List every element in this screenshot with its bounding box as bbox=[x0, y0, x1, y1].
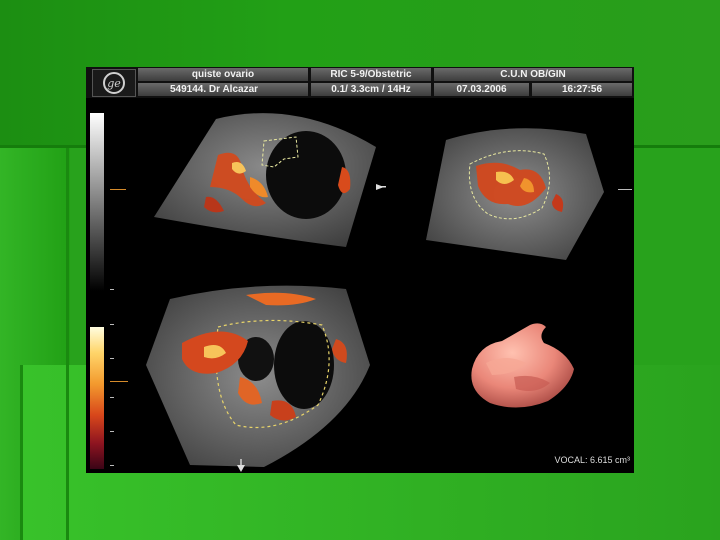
study-id-label: 549144. Dr Alcazar bbox=[138, 83, 308, 96]
ultrasound-panel-b bbox=[426, 128, 604, 260]
probe-label: RIC 5-9/Obstetric bbox=[311, 68, 431, 81]
panel-b-marker bbox=[618, 189, 632, 190]
time-label: 16:27:56 bbox=[532, 83, 632, 96]
date-label: 07.03.2006 bbox=[434, 83, 529, 96]
slide-background-vrule bbox=[66, 148, 69, 540]
grayscale-bar bbox=[90, 113, 104, 291]
grayscale-marker bbox=[110, 189, 126, 190]
doppler-tick bbox=[110, 431, 114, 432]
ultrasound-panel-c bbox=[146, 285, 370, 467]
grayscale-tick bbox=[110, 289, 114, 290]
patient-info-label: quiste ovario bbox=[138, 68, 308, 81]
doppler-tick bbox=[110, 358, 114, 359]
slide-background-vrule-2 bbox=[20, 365, 23, 540]
vocal-3d-render bbox=[471, 323, 574, 408]
cyst-a-lumen bbox=[266, 131, 346, 219]
ge-logo-mark: ge bbox=[103, 72, 125, 94]
doppler-color-bar bbox=[90, 327, 104, 469]
ge-logo-icon: ge bbox=[92, 69, 136, 97]
down-arrow-marker-icon bbox=[237, 459, 245, 472]
arrow-marker-line bbox=[376, 186, 386, 188]
doppler-tick bbox=[110, 465, 114, 466]
doppler-marker bbox=[110, 381, 128, 382]
doppler-tick bbox=[110, 397, 114, 398]
vocal-volume-readout: VOCAL: 6.615 cm³ bbox=[554, 455, 630, 465]
acquisition-params-label: 0.1/ 3.3cm / 14Hz bbox=[311, 83, 431, 96]
ultrasound-screen: ge quiste ovario RIC 5-9/Obstetric C.U.N… bbox=[86, 67, 634, 473]
ultrasound-header: ge quiste ovario RIC 5-9/Obstetric C.U.N… bbox=[86, 67, 634, 98]
doppler-tick bbox=[110, 324, 114, 325]
institution-label: C.U.N OB/GIN bbox=[434, 68, 632, 81]
ultrasound-panel-a bbox=[154, 113, 386, 247]
